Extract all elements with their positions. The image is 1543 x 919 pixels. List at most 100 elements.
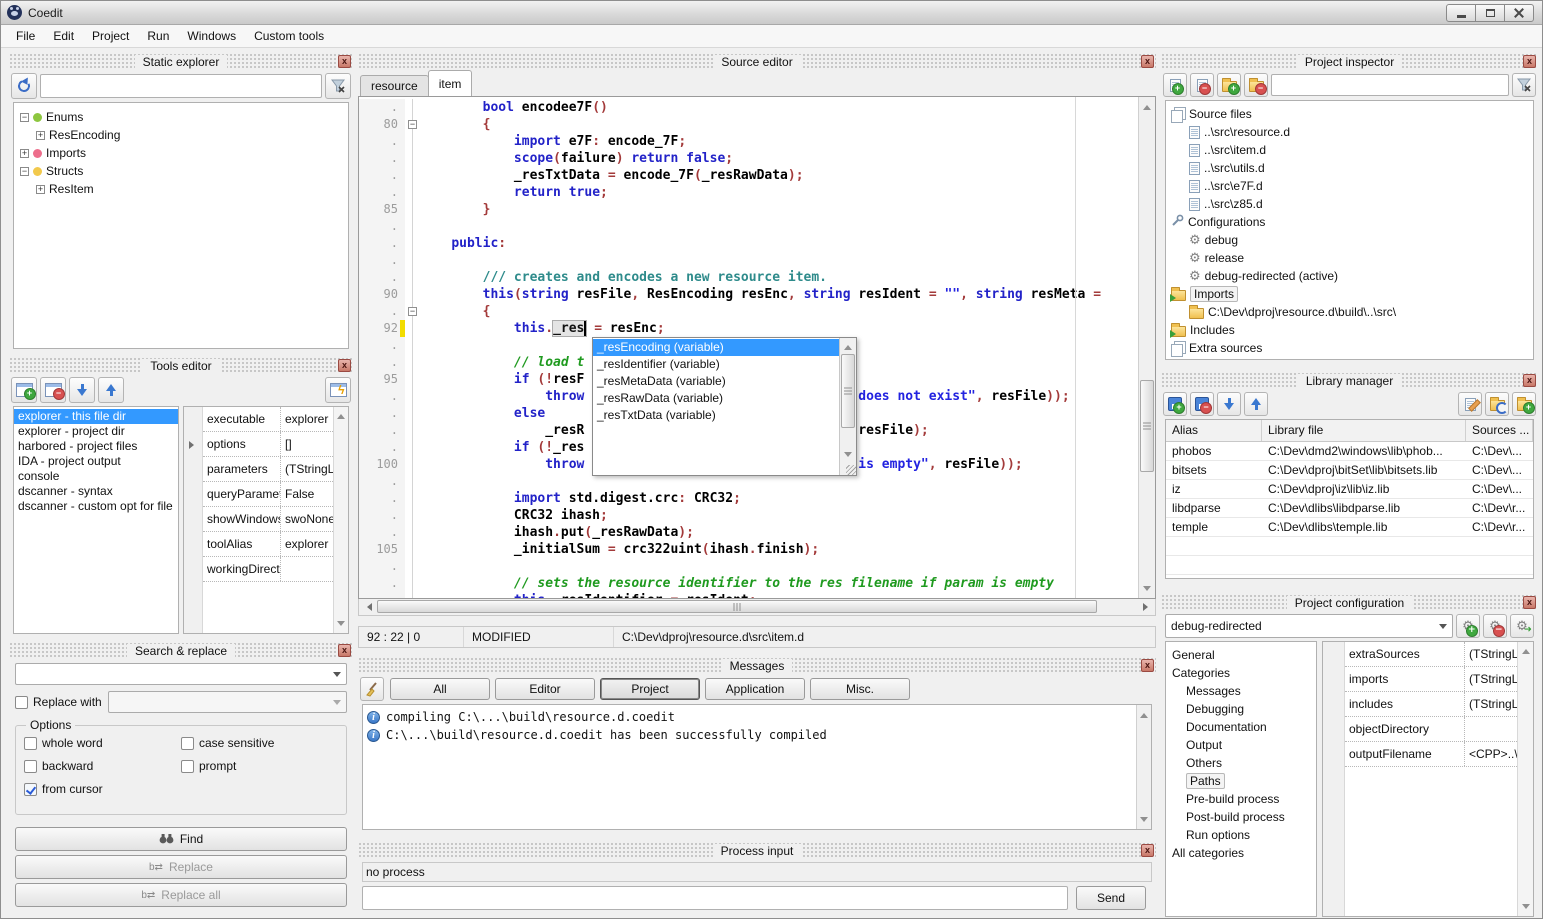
messages-scrollbar[interactable] <box>1136 705 1151 829</box>
property-value[interactable]: explorer <box>281 407 333 431</box>
property-row[interactable]: extraSources(TStringL <box>1345 642 1517 667</box>
code-line[interactable]: . import std.digest.crc: CRC32; <box>359 490 1138 507</box>
remove-config-button[interactable]: ⚙ <box>1483 614 1507 638</box>
code-line[interactable]: 90 this(string resFile, ResEncoding resE… <box>359 286 1138 303</box>
property-value[interactable]: explorer <box>281 532 333 556</box>
maximize-button[interactable] <box>1475 4 1505 22</box>
scroll-down-button[interactable] <box>1139 582 1155 598</box>
code-line[interactable]: . <box>359 252 1138 269</box>
inspector-item[interactable]: Extra sources <box>1166 339 1533 357</box>
code-line[interactable]: . this._resIdentifier = resIdent; <box>359 592 1138 599</box>
search-replace-close-icon[interactable]: x <box>338 644 351 657</box>
clone-config-button[interactable]: ⚙ <box>1510 614 1534 638</box>
category-debugging[interactable]: Debugging <box>1166 700 1316 718</box>
dropdown-icon[interactable] <box>328 664 346 684</box>
completion-item[interactable]: _resIdentifier (variable) <box>593 356 839 373</box>
property-value[interactable]: (TStringL <box>1465 667 1517 691</box>
remove-file-button[interactable] <box>1190 73 1214 97</box>
dropdown-icon[interactable] <box>328 692 346 712</box>
category-general[interactable]: General <box>1166 646 1316 664</box>
property-value[interactable]: (TStringL <box>1465 642 1517 666</box>
scroll-up-button[interactable] <box>1139 97 1155 113</box>
tool-list-item[interactable]: dscanner - syntax <box>14 484 178 499</box>
inspector-filter-clear-button[interactable] <box>1512 73 1536 97</box>
completion-item[interactable]: _resRawData (variable) <box>593 390 839 407</box>
scroll-left-button[interactable] <box>359 599 375 615</box>
tool-list-item[interactable]: explorer - project dir <box>14 424 178 439</box>
inspector-item[interactable]: ..\src\item.d <box>1166 141 1533 159</box>
table-row[interactable]: libdparseC:\Dev\dlibs\libdparse.libC:\De… <box>1166 499 1533 518</box>
resize-grip[interactable] <box>846 465 856 475</box>
category-post-build-process[interactable]: Post-build process <box>1166 808 1316 826</box>
replace-with-checkbox[interactable]: Replace with <box>15 695 102 709</box>
inspector-item[interactable]: ⚙debug-redirected (active) <box>1166 267 1533 285</box>
replace-all-button[interactable]: b⇄ Replace all <box>15 883 347 907</box>
category-run-options[interactable]: Run options <box>1166 826 1316 844</box>
scroll-up-button[interactable] <box>840 338 856 352</box>
menu-project[interactable]: Project <box>83 26 138 46</box>
expand-icon[interactable]: + <box>20 149 29 158</box>
property-row[interactable]: executableexplorer <box>203 407 333 432</box>
tool-list-item[interactable]: harbored - project files <box>14 439 178 454</box>
scroll-thumb[interactable] <box>841 354 855 428</box>
popup-scrollbar[interactable] <box>839 338 856 475</box>
project-inspector-close-icon[interactable]: x <box>1523 55 1536 68</box>
code-line[interactable]: . <box>359 218 1138 235</box>
messages-close-icon[interactable]: x <box>1141 659 1154 672</box>
menu-custom-tools[interactable]: Custom tools <box>245 26 333 46</box>
code-line[interactable]: . <box>359 558 1138 575</box>
tree-item-enums[interactable]: −Enums <box>14 108 348 126</box>
tree-item-imports[interactable]: +Imports <box>14 144 348 162</box>
fold-collapse-icon[interactable]: − <box>408 120 417 129</box>
filter-editor[interactable]: Editor <box>495 678 595 700</box>
remove-tool-button[interactable] <box>40 377 66 403</box>
property-row[interactable]: outputFilename<CPP>..\ <box>1345 742 1517 767</box>
code-line[interactable]: . // sets the resource identifier to the… <box>359 575 1138 592</box>
inspector-item[interactable]: ..\src\e7F.d <box>1166 177 1533 195</box>
code-editor[interactable]: . bool encodee7F()80− {. import e7F: enc… <box>358 96 1156 599</box>
inspector-item[interactable]: ⚙debug <box>1166 231 1533 249</box>
config-grid-scrollbar[interactable] <box>1517 642 1533 916</box>
code-line[interactable]: . ihash.put(_resRawData); <box>359 524 1138 541</box>
add-library-folder-button[interactable] <box>1512 392 1536 416</box>
tree-item-structs[interactable]: −Structs <box>14 162 348 180</box>
property-value[interactable] <box>1465 717 1517 741</box>
category-categories[interactable]: Categories <box>1166 664 1316 682</box>
code-line[interactable]: 85 } <box>359 201 1138 218</box>
collapse-icon[interactable]: − <box>20 113 29 122</box>
property-row[interactable]: imports(TStringL <box>1345 667 1517 692</box>
move-tool-up-button[interactable] <box>98 377 124 403</box>
search-term-combo[interactable] <box>15 663 347 685</box>
tool-grid-scrollbar[interactable] <box>333 407 348 633</box>
completion-item[interactable]: _resTxtData (variable) <box>593 407 839 424</box>
code-line[interactable]: . CRC32 ihash; <box>359 507 1138 524</box>
property-value[interactable]: (TStringL <box>1465 692 1517 716</box>
scroll-up-button[interactable] <box>1137 705 1151 721</box>
clear-messages-button[interactable] <box>360 677 384 701</box>
option-whole-word[interactable]: whole word <box>24 736 181 750</box>
inspector-item[interactable]: ..\src\utils.d <box>1166 159 1533 177</box>
close-button[interactable] <box>1504 4 1534 22</box>
property-row[interactable]: queryParametFalse <box>203 482 333 507</box>
property-value[interactable] <box>281 557 333 581</box>
remove-library-button[interactable] <box>1190 392 1214 416</box>
tool-list-item[interactable]: dscanner - custom opt for file <box>14 499 178 514</box>
tab-resource[interactable]: resource <box>360 75 429 96</box>
inspector-filter-input[interactable] <box>1271 74 1509 96</box>
inspector-item[interactable]: Source files <box>1166 105 1533 123</box>
property-row[interactable]: showWindowsswoNone <box>203 507 333 532</box>
property-row[interactable]: objectDirectory <box>1345 717 1517 742</box>
symbol-filter-input[interactable] <box>40 74 322 98</box>
code-line[interactable]: 80− { <box>359 116 1138 133</box>
config-selector-combo[interactable]: debug-redirected <box>1165 614 1453 638</box>
table-row[interactable]: templeC:\Dev\dlibs\temple.libC:\Dev\r... <box>1166 518 1533 537</box>
tab-item[interactable]: item <box>428 70 473 96</box>
category-output[interactable]: Output <box>1166 736 1316 754</box>
process-input-field[interactable] <box>362 886 1068 910</box>
editor-vertical-scrollbar[interactable] <box>1138 97 1155 598</box>
category-messages[interactable]: Messages <box>1166 682 1316 700</box>
scroll-right-button[interactable] <box>1139 599 1155 615</box>
dropdown-icon[interactable] <box>1434 615 1452 637</box>
inspector-item[interactable]: Configurations <box>1166 213 1533 231</box>
tool-list-item[interactable]: console <box>14 469 178 484</box>
